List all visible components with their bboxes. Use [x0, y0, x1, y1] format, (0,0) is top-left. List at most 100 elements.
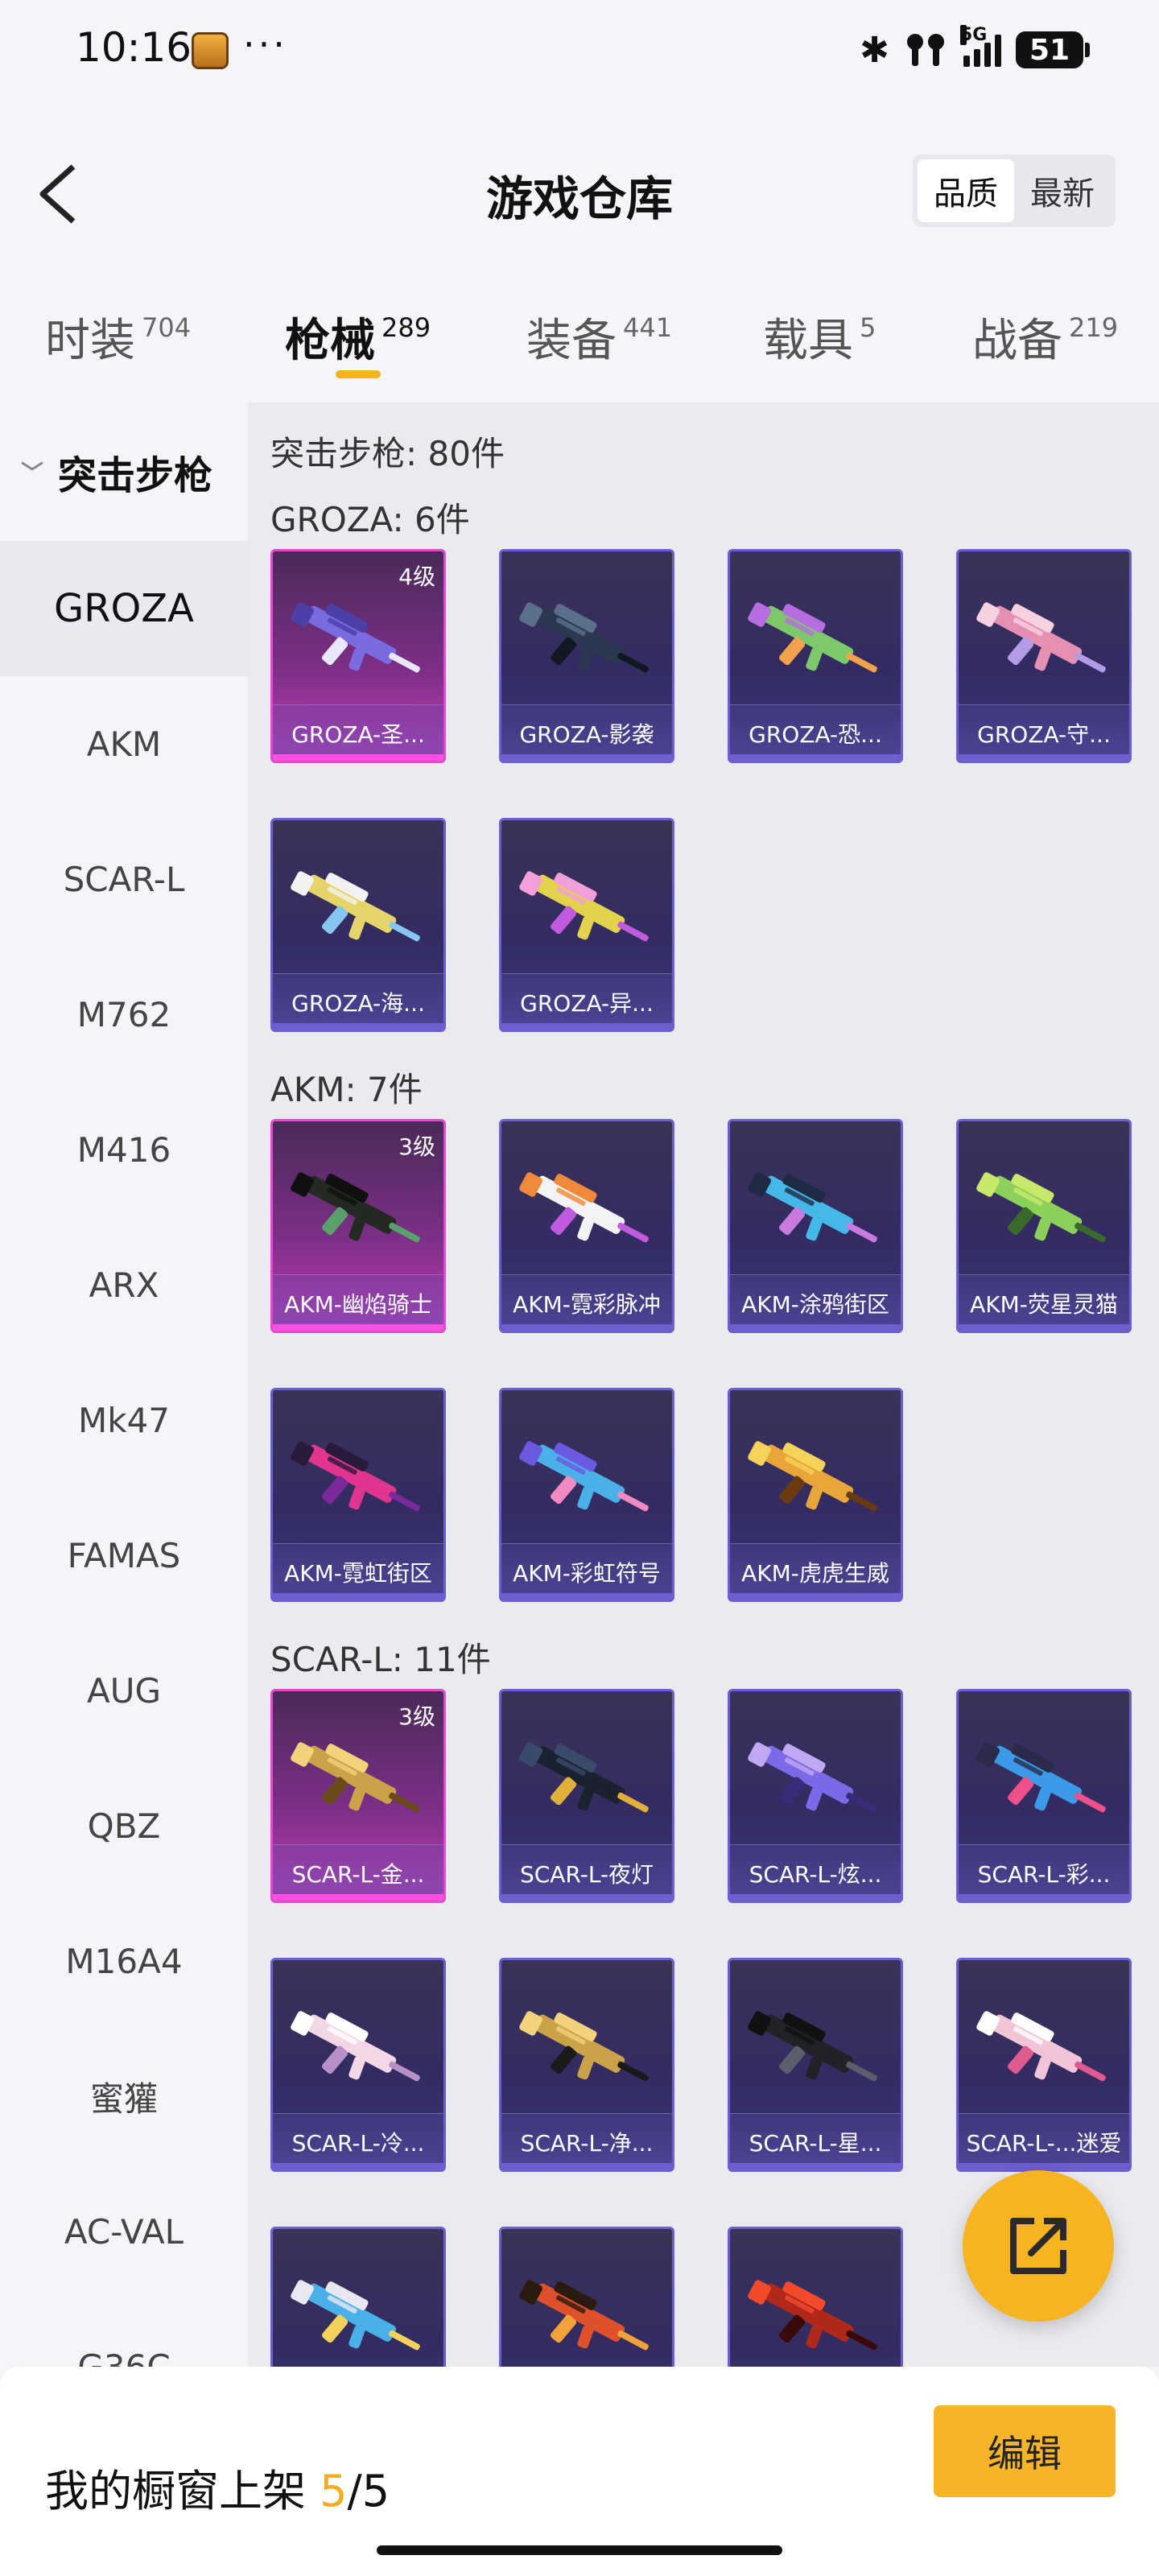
- category-summary: 突击步枪: 80件: [270, 434, 505, 473]
- rarity-strip: [959, 2163, 1129, 2169]
- sidebar-item[interactable]: FAMAS: [0, 1488, 248, 1623]
- weapon-skin-card[interactable]: AKM-彩虹符号: [499, 1388, 674, 1602]
- weapon-skin-card[interactable]: SCAR-L-星...: [728, 1958, 903, 2172]
- tab-label: 装备: [526, 315, 617, 367]
- weapon-skin-image: [748, 1441, 877, 1512]
- weapon-skin-card[interactable]: SCAR-L-...迷爱: [956, 1958, 1132, 2172]
- weapon-skin-card[interactable]: SCAR-L-炫...: [728, 1689, 903, 1903]
- status-bar: 10:16 ··· ✱ 5G 51: [0, 0, 1159, 97]
- sort-option-quality[interactable]: 品质: [918, 159, 1014, 222]
- skin-level-badge: 3级: [398, 1703, 435, 1730]
- skin-name: AKM-霓彩脉冲: [501, 1274, 672, 1331]
- bluetooth-icon: ✱: [860, 29, 889, 71]
- weapon-skin-image: [519, 2011, 649, 2082]
- sort-toggle: 品质 最新: [913, 155, 1116, 227]
- weapon-skin-card[interactable]: SCAR-L-净...: [499, 1958, 674, 2172]
- skin-name: AKM-彩虹符号: [501, 1543, 672, 1600]
- rarity-strip: [501, 754, 672, 761]
- sidebar-item[interactable]: Mk47: [0, 1352, 248, 1488]
- rarity-strip: [501, 1023, 672, 1030]
- sidebar-item[interactable]: M416: [0, 1082, 248, 1217]
- weapon-skin-card[interactable]: 3级 AKM-幽焰骑士: [270, 1119, 446, 1333]
- skin-name: SCAR-L-...迷爱: [959, 2113, 1129, 2169]
- share-icon: [1010, 2218, 1066, 2274]
- weapon-skin-card[interactable]: AKM-涂鸦街区: [728, 1119, 903, 1333]
- weapon-skin-card[interactable]: GROZA-恐...: [728, 549, 903, 763]
- sidebar-item[interactable]: M762: [0, 947, 248, 1082]
- showcase-label: 我的橱窗上架: [45, 2466, 306, 2516]
- weapon-skin-card[interactable]: GROZA-异...: [499, 818, 674, 1032]
- skin-name: SCAR-L-冷...: [273, 2113, 443, 2169]
- weapon-skin-card[interactable]: SCAR-L-彩...: [956, 1689, 1132, 1903]
- weapon-skin-image: [519, 871, 649, 942]
- weapon-skin-image: [291, 871, 420, 942]
- skin-name: SCAR-L-炫...: [730, 1844, 901, 1901]
- home-indicator[interactable]: [377, 2545, 782, 2555]
- weapon-skin-card[interactable]: 3级 SCAR-L-金...: [270, 1689, 446, 1903]
- sidebar-item[interactable]: AKM: [0, 676, 248, 811]
- sidebar-item[interactable]: AC-VAL: [0, 2164, 248, 2299]
- weapon-skin-card[interactable]: [728, 2227, 903, 2367]
- sidebar-group-label: 突击步枪: [58, 453, 213, 498]
- tab-outfits[interactable]: 时装 704: [45, 290, 191, 402]
- tab-equipment[interactable]: 装备 441: [526, 290, 672, 402]
- skin-name: GROZA-圣...: [273, 704, 443, 761]
- skin-name: AKM-虎虎生威: [730, 1543, 901, 1600]
- tab-label: 载具: [763, 315, 853, 367]
- weapon-skin-card[interactable]: SCAR-L-夜灯: [499, 1689, 674, 1903]
- sidebar-item[interactable]: 蜜獾: [0, 2029, 248, 2164]
- weapon-skin-image: [748, 1172, 877, 1243]
- sidebar-item[interactable]: M16A4: [0, 1893, 248, 2029]
- weapon-skin-image: [976, 2011, 1106, 2082]
- tab-weapons[interactable]: 枪械 289: [285, 290, 431, 402]
- bottom-bar: 我的橱窗上架 5/5 编辑: [0, 2367, 1159, 2576]
- rarity-strip: [273, 1023, 443, 1030]
- battery-icon: 51: [1016, 31, 1090, 68]
- rarity-strip: [501, 1593, 672, 1600]
- weapon-skin-card[interactable]: AKM-霓彩脉冲: [499, 1119, 674, 1333]
- tab-count: 219: [1069, 312, 1119, 343]
- weapon-skin-card[interactable]: AKM-荧星灵猫: [956, 1119, 1132, 1333]
- sort-option-latest[interactable]: 最新: [1014, 159, 1111, 222]
- skin-name: GROZA-海...: [273, 973, 443, 1030]
- weapon-skin-image: [976, 1172, 1106, 1243]
- chevron-down-icon: ﹀: [21, 460, 44, 486]
- sidebar-item[interactable]: ARX: [0, 1217, 248, 1352]
- showcase-total: /5: [347, 2466, 390, 2516]
- sidebar-item[interactable]: SCAR-L: [0, 811, 248, 947]
- weapon-skin-card[interactable]: AKM-霓虹街区: [270, 1388, 446, 1602]
- tab-supplies[interactable]: 战备 219: [972, 290, 1118, 402]
- section-title: SCAR-L: 11件: [270, 1640, 491, 1679]
- weapon-skin-card[interactable]: AKM-虎虎生威: [728, 1388, 903, 1602]
- share-button[interactable]: [963, 2170, 1114, 2322]
- weapon-skin-image: [519, 1742, 649, 1813]
- showcase-status: 我的橱窗上架 5/5: [45, 2455, 390, 2519]
- sidebar-item[interactable]: G36C: [0, 2299, 248, 2368]
- weapon-skin-card[interactable]: GROZA-守...: [956, 549, 1132, 763]
- rarity-strip: [273, 1894, 443, 1901]
- weapon-skin-image: [748, 2011, 877, 2082]
- weapon-skin-card[interactable]: GROZA-影袭: [499, 549, 674, 763]
- tab-count: 289: [382, 312, 431, 343]
- rarity-strip: [959, 1324, 1129, 1331]
- weapon-skin-card[interactable]: [499, 2227, 674, 2367]
- weapon-skin-card[interactable]: 4级 GROZA-圣...: [270, 549, 446, 763]
- tab-count: 441: [623, 312, 673, 343]
- weapon-skin-card[interactable]: [270, 2227, 446, 2367]
- sidebar-item[interactable]: AUG: [0, 1623, 248, 1758]
- cell-signal-icon: 5G: [960, 25, 1001, 67]
- back-button[interactable]: [29, 158, 85, 230]
- sidebar-group-assault-rifles[interactable]: ﹀ 突击步枪: [0, 402, 248, 541]
- notification-app-icon: [192, 32, 229, 69]
- skin-name: SCAR-L-金...: [273, 1844, 443, 1901]
- weapon-skin-card[interactable]: SCAR-L-冷...: [270, 1958, 446, 2172]
- sidebar-item[interactable]: QBZ: [0, 1758, 248, 1893]
- sidebar-item[interactable]: GROZA: [0, 541, 248, 676]
- weapon-skin-grid: 突击步枪: 80件 GROZA: 6件 4级 GROZA-圣... GROZA-影…: [248, 402, 1159, 2367]
- edit-button[interactable]: 编辑: [934, 2405, 1116, 2497]
- weapon-skin-image: [291, 2280, 420, 2351]
- tab-count: 5: [860, 312, 876, 343]
- rarity-strip: [273, 1593, 443, 1600]
- weapon-skin-card[interactable]: GROZA-海...: [270, 818, 446, 1032]
- tab-vehicles[interactable]: 载具 5: [763, 290, 876, 402]
